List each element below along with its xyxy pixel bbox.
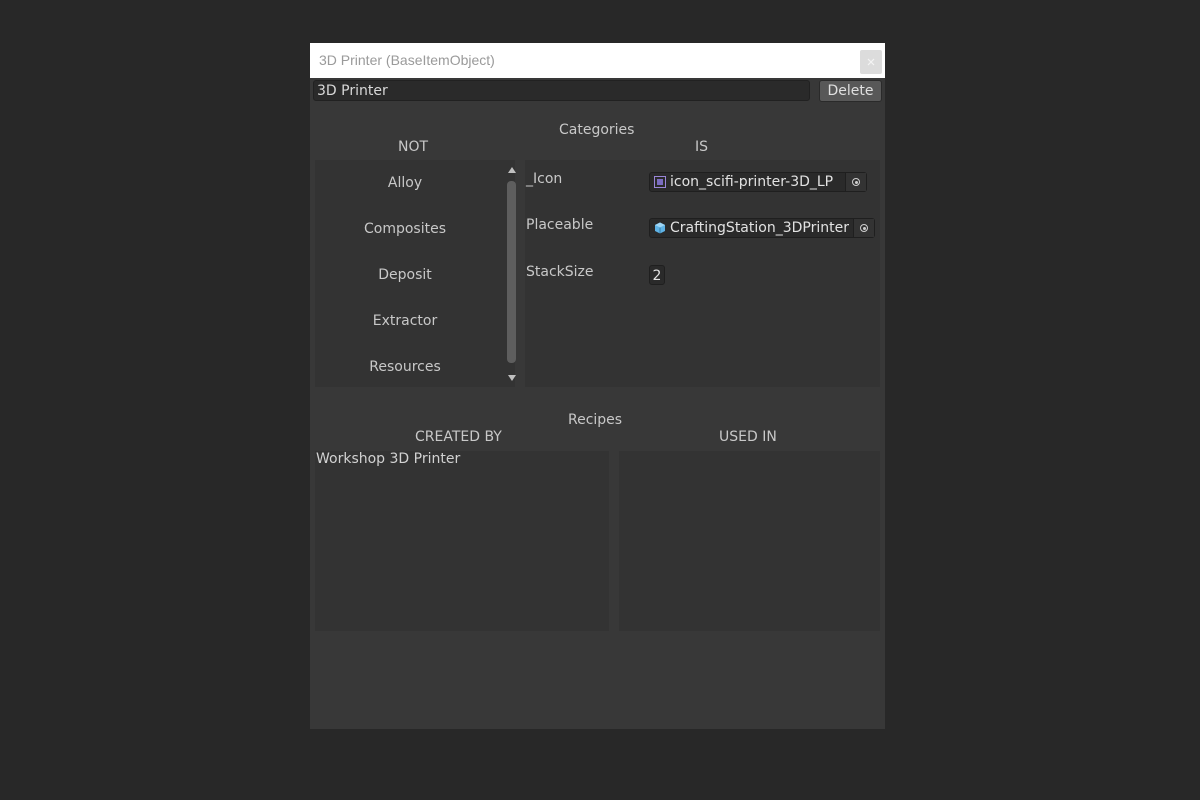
scroll-down-arrow-icon[interactable] bbox=[508, 375, 516, 381]
close-button[interactable] bbox=[860, 50, 882, 74]
scroll-up-arrow-icon[interactable] bbox=[508, 167, 516, 173]
used-in-header: USED IN bbox=[719, 429, 777, 445]
scrollbar-thumb[interactable] bbox=[507, 181, 516, 363]
placeable-object-value: CraftingStation_3DPrinter bbox=[670, 220, 849, 236]
category-item-deposit[interactable]: Deposit bbox=[315, 267, 495, 283]
category-item-composites[interactable]: Composites bbox=[315, 221, 495, 237]
item-editor-window: 3D Printer (BaseItemObject) Delete Categ… bbox=[310, 43, 885, 729]
category-item-extractor[interactable]: Extractor bbox=[315, 313, 495, 329]
used-in-list bbox=[619, 451, 880, 631]
placeable-property-label: Placeable bbox=[526, 217, 594, 233]
stacksize-int-field[interactable]: 2 bbox=[649, 265, 665, 285]
created-by-list: Workshop 3D Printer bbox=[315, 451, 609, 631]
icon-object-picker[interactable] bbox=[845, 173, 866, 191]
placeable-object-field[interactable]: CraftingStation_3DPrinter bbox=[649, 218, 875, 238]
stacksize-property-label: StackSize bbox=[526, 264, 594, 280]
window-titlebar[interactable]: 3D Printer (BaseItemObject) bbox=[310, 43, 885, 78]
created-by-header: CREATED BY bbox=[415, 429, 502, 445]
object-picker-icon bbox=[852, 178, 860, 186]
object-picker-icon bbox=[860, 224, 868, 232]
placeable-object-picker[interactable] bbox=[853, 219, 874, 237]
recipe-item-workshop-3d-printer[interactable]: Workshop 3D Printer bbox=[316, 451, 460, 467]
prefab-cube-icon bbox=[655, 222, 665, 234]
category-item-resources[interactable]: Resources bbox=[315, 359, 495, 375]
is-header: IS bbox=[695, 139, 709, 155]
icon-object-field[interactable]: icon_scifi-printer-3D_LP bbox=[649, 172, 867, 192]
is-property-panel: _Icon icon_scifi-printer-3D_LP Placeable… bbox=[525, 160, 880, 387]
recipes-title: Recipes bbox=[568, 412, 623, 428]
not-category-list[interactable]: Alloy Composites Deposit Extractor Resou… bbox=[315, 160, 518, 387]
not-header: NOT bbox=[398, 139, 429, 155]
icon-object-value: icon_scifi-printer-3D_LP bbox=[670, 174, 834, 190]
close-icon bbox=[867, 58, 875, 66]
category-scrollbar[interactable] bbox=[505, 160, 518, 387]
category-item-alloy[interactable]: Alloy bbox=[315, 175, 495, 191]
sprite-icon bbox=[654, 176, 666, 188]
icon-property-label: _Icon bbox=[526, 171, 563, 187]
delete-button[interactable]: Delete bbox=[819, 80, 882, 102]
item-name-field[interactable] bbox=[313, 80, 810, 101]
window-title: 3D Printer (BaseItemObject) bbox=[319, 52, 495, 68]
categories-title: Categories bbox=[559, 122, 635, 138]
